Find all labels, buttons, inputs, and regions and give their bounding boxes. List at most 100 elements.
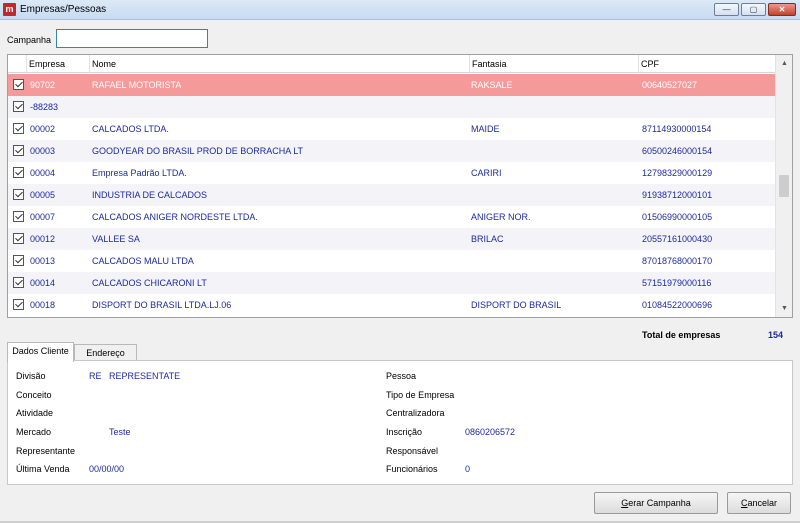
close-button[interactable]: ✕ [768,3,796,16]
cell-nome: Empresa Padrão LTDA. [92,168,187,178]
row-checkbox[interactable] [13,145,24,156]
row-checkbox[interactable] [13,233,24,244]
mercado-value: Teste [109,427,131,437]
cell-empresa: 00014 [30,278,56,288]
cell-cpf: 87018768000170 [642,256,713,266]
app-icon: m [3,3,16,16]
pessoa-label: Pessoa [386,371,417,381]
ultima-venda-label: Última Venda [16,464,70,474]
representante-label: Representante [16,446,76,456]
row-checkbox[interactable] [13,189,24,200]
cancelar-label: ancelar [747,498,778,508]
cell-cpf: 91938712000101 [642,190,713,200]
cell-fantasia: BRILAC [471,234,504,244]
cell-fantasia: RAKSALE [471,80,513,90]
row-checkbox[interactable] [13,123,24,134]
divisao-code: RE [89,371,102,381]
cell-nome: VALLEE SA [92,234,140,244]
cell-empresa: 00012 [30,234,56,244]
cell-nome: CALCADOS LTDA. [92,124,169,134]
cell-cpf: 57151979000116 [642,278,712,288]
header-fantasia[interactable]: Fantasia [470,55,639,73]
funcionarios-value: 0 [465,464,471,474]
cancelar-button[interactable]: Cancelar [727,492,791,514]
vertical-scrollbar[interactable]: ▲ ▼ [775,55,792,317]
cell-empresa: 90702 [30,80,56,90]
total-value: 154 [768,330,784,340]
cell-empresa: 00003 [30,146,56,156]
cell-empresa: 00013 [30,256,56,266]
table-row[interactable]: 00003 GOODYEAR DO BRASIL PROD DE BORRACHA… [8,140,775,162]
header-cpf[interactable]: CPF [639,55,775,73]
table-row[interactable]: 00012 VALLEE SA BRILAC 20557161000430 [8,228,775,250]
divisao-label: Divisão [16,371,46,381]
cell-cpf: 60500246000154 [642,146,713,156]
cell-cpf: 87114930000154 [642,124,712,134]
cell-fantasia: CARIRI [471,168,502,178]
cell-nome: GOODYEAR DO BRASIL PROD DE BORRACHA LT [92,146,304,156]
gerar-campanha-label: erar Campanha [628,498,691,508]
table-row[interactable]: 00007 CALCADOS ANIGER NORDESTE LTDA. ANIGE… [8,206,775,228]
campanha-label: Campanha [7,35,52,45]
scroll-down-icon[interactable]: ▼ [776,300,792,317]
row-checkbox[interactable] [13,277,24,288]
cell-cpf: 20557161000430 [642,234,713,244]
table-row[interactable]: 00002 CALCADOS LTDA. MAIDE 87114930000154 [8,118,775,140]
cell-fantasia: MAIDE [471,124,500,134]
funcionarios-label: Funcionários [386,464,438,474]
cell-empresa: 00005 [30,190,56,200]
cell-empresa: 00002 [30,124,56,134]
table-row[interactable]: 00004 Empresa Padrão LTDA. CARIRI 127983290… [8,162,775,184]
table-row[interactable]: -88283 [8,96,775,118]
row-checkbox[interactable] [13,101,24,112]
row-checkbox[interactable] [13,211,24,222]
scroll-thumb[interactable] [779,175,789,197]
table-row[interactable]: 00018 DISPORT DO BRASIL LTDA.LJ.06 DISPORT… [8,294,775,316]
title-bar: m Empresas/Pessoas — ▢ ✕ [0,0,800,20]
cell-fantasia: DISPORT DO BRASIL [471,300,562,310]
dados-cliente-panel: Divisão RE REPRESENTATE Conceito Ativida… [7,360,793,485]
tab-endereco[interactable]: Endereço [74,344,137,361]
centralizadora-label: Centralizadora [386,408,445,418]
cell-nome: CALCADOS ANIGER NORDESTE LTDA. [92,212,258,222]
maximize-button[interactable]: ▢ [741,3,766,16]
cell-nome: CALCADOS MALU LTDA [92,256,194,266]
responsavel-label: Responsável [386,446,439,456]
mercado-label: Mercado [16,427,52,437]
grid-header: Empresa Nome Fantasia CPF [8,55,775,73]
cell-empresa: 00018 [30,300,56,310]
minimize-button[interactable]: — [714,3,739,16]
atividade-label: Atividade [16,408,54,418]
header-check-column [8,55,27,73]
gerar-campanha-button[interactable]: Gerar Campanha [594,492,718,514]
header-nome[interactable]: Nome [90,55,470,73]
table-row[interactable]: 90702 RAFAEL MOTORISTA RAKSALE 00640527027 [8,74,775,96]
cell-nome: DISPORT DO BRASIL LTDA.LJ.06 [92,300,232,310]
window-title: Empresas/Pessoas [20,4,107,15]
cell-nome: RAFAEL MOTORISTA [92,80,182,90]
campanha-input[interactable] [56,29,208,48]
tipo-empresa-label: Tipo de Empresa [386,390,455,400]
inscricao-label: Inscrição [386,427,423,437]
row-checkbox[interactable] [13,299,24,310]
cell-nome: CALCADOS CHICARONI LT [92,278,207,288]
cell-cpf: 12798329000129 [642,168,713,178]
table-row[interactable]: 00013 CALCADOS MALU LTDA 87018768000170 [8,250,775,272]
empresas-grid: Empresa Nome Fantasia CPF 90702 RAFAEL MO… [7,54,793,318]
tab-dados-cliente[interactable]: Dados Cliente [7,342,74,362]
row-checkbox[interactable] [13,255,24,266]
table-row[interactable]: 00014 CALCADOS CHICARONI LT 57151979000116 [8,272,775,294]
table-row[interactable]: 00005 INDUSTRIA DE CALCADOS 91938712000101 [8,184,775,206]
divisao-value: REPRESENTATE [109,371,181,381]
cell-cpf: 01506990000105 [642,212,713,222]
cell-cpf: 01084522000696 [642,300,713,310]
header-empresa[interactable]: Empresa [27,55,90,73]
conceito-label: Conceito [16,390,52,400]
inscricao-value: 0860206572 [465,427,516,437]
row-checkbox[interactable] [13,79,24,90]
cell-empresa: 00007 [30,212,56,222]
cell-cpf: 00640527027 [642,80,698,90]
row-checkbox[interactable] [13,167,24,178]
scroll-up-icon[interactable]: ▲ [776,55,792,72]
cell-empresa: 00004 [30,168,56,178]
